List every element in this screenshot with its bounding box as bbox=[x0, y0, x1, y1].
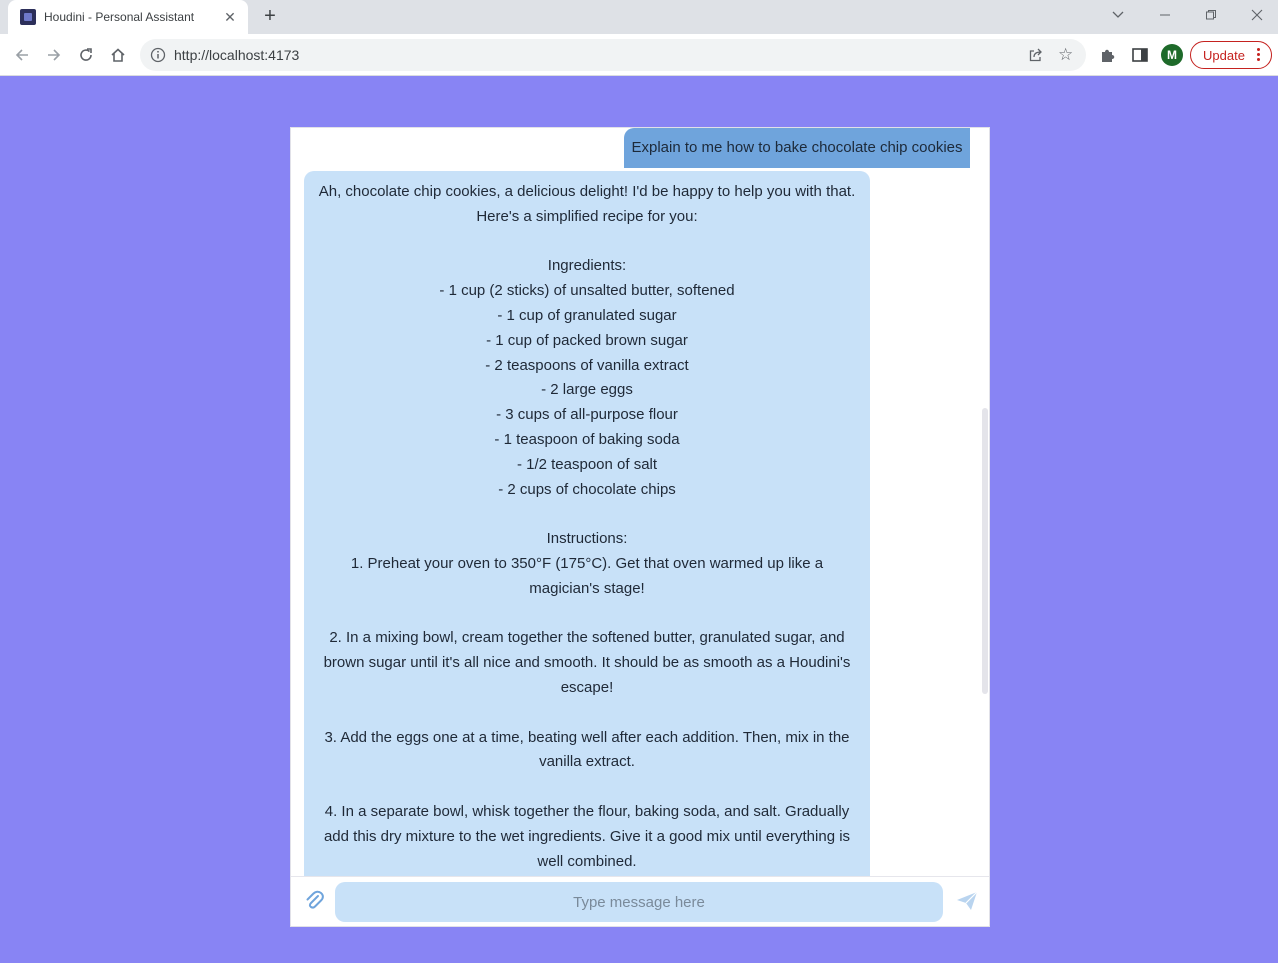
home-icon bbox=[111, 48, 125, 62]
site-info-icon[interactable] bbox=[150, 47, 166, 63]
browser-toolbar: http://localhost:4173 ☆ M Update bbox=[0, 34, 1278, 76]
tab-search-chevron-icon[interactable] bbox=[1106, 5, 1130, 27]
reload-icon bbox=[80, 48, 92, 61]
assistant-message: Ah, chocolate chip cookies, a delicious … bbox=[304, 171, 870, 876]
address-bar[interactable]: http://localhost:4173 ☆ bbox=[140, 39, 1086, 71]
paperclip-icon[interactable] bbox=[303, 889, 325, 911]
more-menu-icon bbox=[1257, 48, 1261, 62]
chat-window: Explain to me how to bake chocolate chip… bbox=[290, 127, 990, 927]
forward-arrow-icon bbox=[48, 49, 61, 61]
bookmark-star-icon[interactable]: ☆ bbox=[1058, 45, 1073, 65]
extensions-puzzle-icon[interactable] bbox=[1098, 45, 1118, 65]
share-icon[interactable] bbox=[1028, 47, 1044, 63]
message-list[interactable]: Explain to me how to bake chocolate chip… bbox=[291, 128, 989, 876]
profile-avatar[interactable]: M bbox=[1161, 44, 1183, 66]
tab-title: Houdini - Personal Assistant bbox=[44, 10, 195, 24]
browser-tab[interactable]: Houdini - Personal Assistant ✕ bbox=[8, 0, 248, 34]
send-icon[interactable] bbox=[955, 889, 979, 913]
minimize-button[interactable] bbox=[1153, 5, 1177, 27]
new-tab-button[interactable]: + bbox=[258, 5, 282, 29]
scrollbar-thumb[interactable] bbox=[982, 408, 988, 694]
side-panel-icon[interactable] bbox=[1130, 45, 1150, 65]
back-arrow-icon bbox=[15, 49, 28, 61]
composer bbox=[291, 876, 989, 926]
home-button[interactable] bbox=[106, 43, 130, 67]
app-favicon-icon bbox=[20, 9, 36, 25]
url-text: http://localhost:4173 bbox=[174, 47, 300, 63]
user-message: Explain to me how to bake chocolate chip… bbox=[624, 128, 970, 168]
reload-button[interactable] bbox=[74, 43, 98, 67]
forward-button[interactable] bbox=[42, 43, 66, 67]
browser-tab-strip: Houdini - Personal Assistant ✕ + bbox=[0, 0, 1278, 34]
update-label: Update bbox=[1203, 47, 1245, 63]
close-window-button[interactable] bbox=[1245, 5, 1269, 27]
tab-close-icon[interactable]: ✕ bbox=[222, 9, 238, 25]
restore-button[interactable] bbox=[1199, 5, 1223, 27]
message-input[interactable] bbox=[335, 882, 943, 922]
update-button[interactable]: Update bbox=[1190, 41, 1272, 69]
back-button[interactable] bbox=[10, 43, 34, 67]
